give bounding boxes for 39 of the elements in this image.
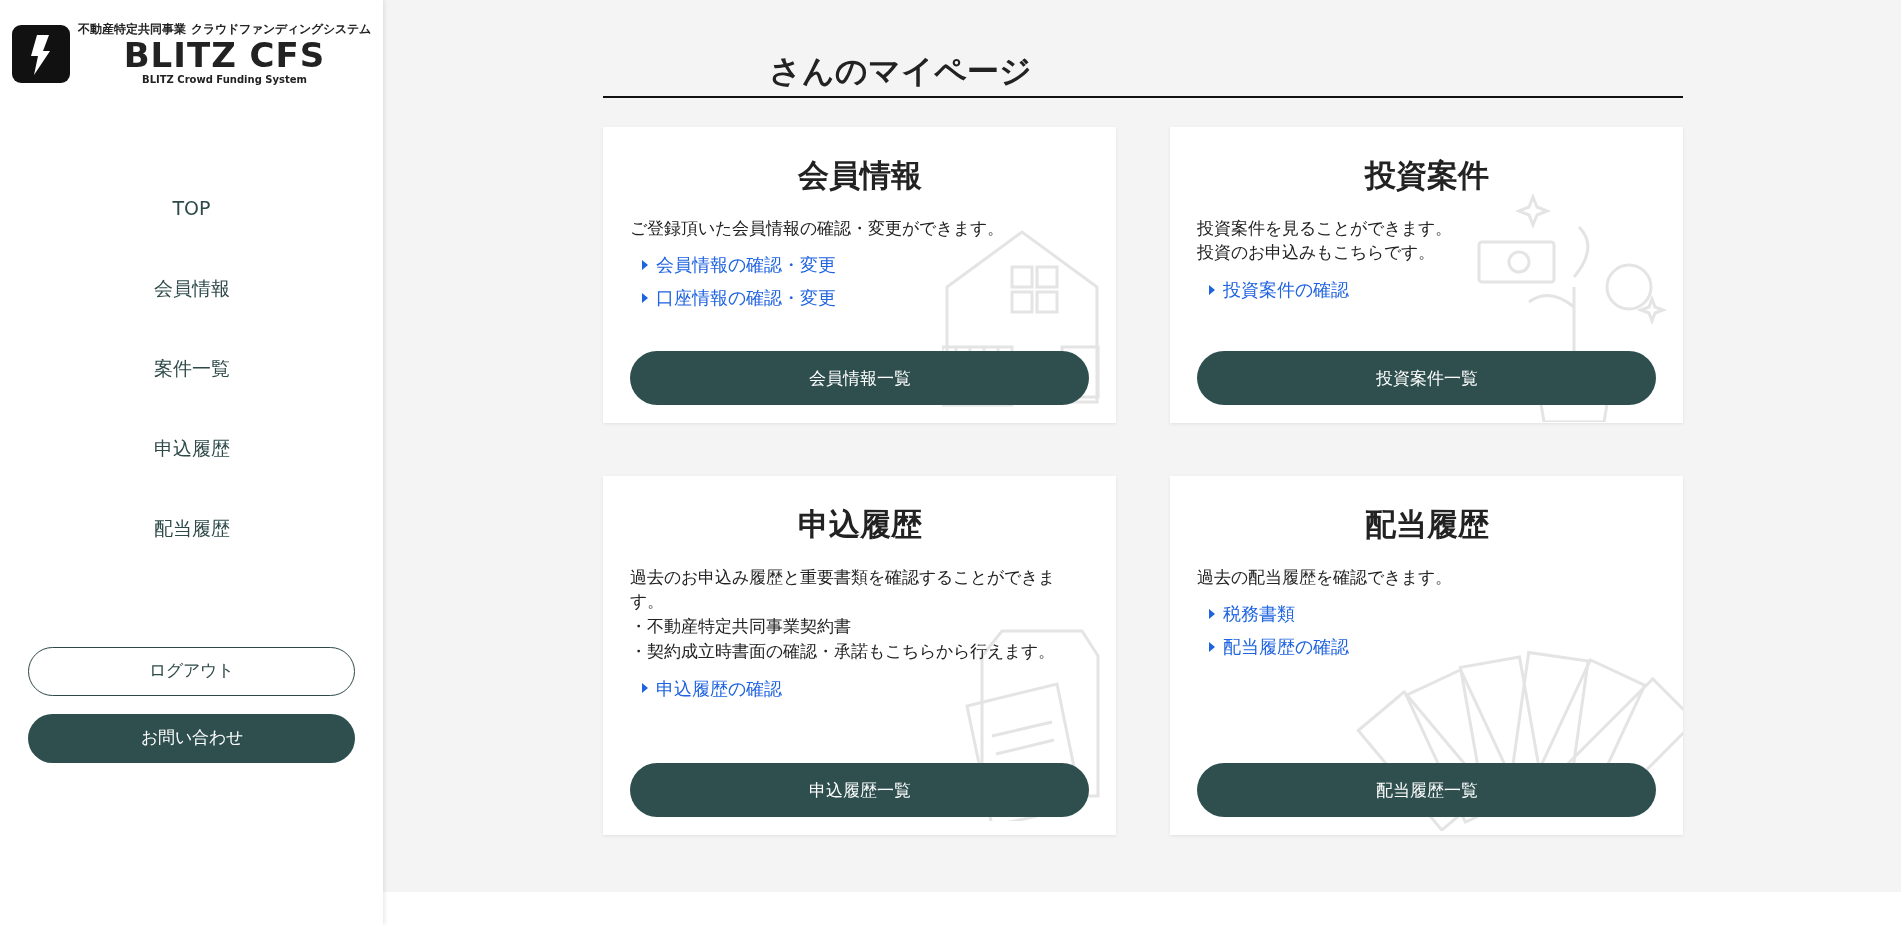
- lightning-logo-icon: [12, 25, 71, 84]
- card-description: ・契約成立時書面の確認・承諾もこちらから行えます。: [630, 640, 1056, 663]
- sidebar-nav-link[interactable]: 案件一覧: [153, 328, 230, 409]
- sidebar-nav-link[interactable]: 配当履歴: [153, 488, 230, 569]
- card-link[interactable]: 会員情報の確認・変更: [642, 251, 836, 279]
- card-description: 過去の配当履歴を確認できます。: [1197, 566, 1453, 589]
- card-link[interactable]: 税務書類: [1209, 600, 1295, 628]
- card-title: 配当履歴: [1363, 506, 1490, 544]
- card-link[interactable]: 申込履歴の確認: [642, 674, 782, 702]
- sidebar-nav-link[interactable]: 申込履歴: [153, 408, 230, 489]
- card-description: ・不動産特定共同事業契約書: [630, 616, 852, 639]
- card-list-button[interactable]: 配当履歴一覧: [1197, 763, 1656, 818]
- card-description: 投資案件を見ることができます。: [1197, 217, 1453, 240]
- card-description: 過去のお申込み履歴と重要書類を確認することができます。: [630, 566, 1056, 614]
- caret-icon: [1209, 608, 1215, 619]
- caret-icon: [1209, 284, 1215, 295]
- card-title: 申込履歴: [796, 506, 923, 544]
- contact-button[interactable]: お問い合わせ: [28, 713, 355, 763]
- page-title: さんのマイページ: [603, 52, 1683, 99]
- card-description: 投資のお申込みもこちらです。: [1197, 242, 1436, 265]
- sidebar-nav-link[interactable]: 会員情報: [153, 248, 230, 329]
- caret-icon: [642, 683, 648, 694]
- card-title: 投資案件: [1363, 157, 1490, 195]
- caret-icon: [1209, 641, 1215, 652]
- card-link[interactable]: 投資案件の確認: [1209, 276, 1349, 304]
- card-description: ご登録頂いた会員情報の確認・変更ができます。: [630, 217, 1005, 240]
- card-link[interactable]: 口座情報の確認・変更: [642, 284, 836, 312]
- card-list-button[interactable]: 投資案件一覧: [1197, 351, 1656, 406]
- card-link[interactable]: 配当履歴の確認: [1209, 633, 1349, 661]
- caret-icon: [642, 259, 648, 270]
- sidebar-nav-link[interactable]: TOP: [172, 168, 211, 249]
- logo-tagline: 不動産特定共同事業 クラウドファンディングシステム: [78, 22, 371, 38]
- card-title: 会員情報: [796, 157, 923, 195]
- caret-icon: [642, 292, 648, 303]
- logout-button[interactable]: ログアウト: [28, 646, 355, 696]
- card-list-button[interactable]: 申込履歴一覧: [630, 763, 1089, 818]
- logo-subtitle: BLITZ Crowd Funding System: [141, 72, 308, 87]
- card-list-button[interactable]: 会員情報一覧: [630, 351, 1089, 406]
- logo-wordmark: BLITZ CFS: [123, 37, 327, 72]
